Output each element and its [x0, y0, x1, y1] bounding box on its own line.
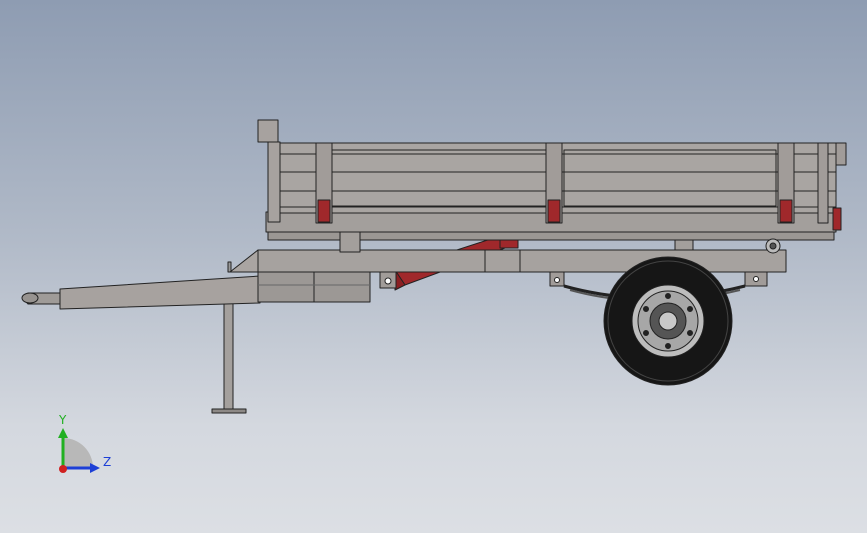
y-axis-label: Y [58, 413, 67, 427]
x-axis-dot [59, 465, 67, 473]
cad-viewport[interactable]: Y Z [0, 0, 867, 533]
drawbar [21, 275, 261, 310]
triad-plane-shading [63, 438, 93, 468]
orientation-triad[interactable]: Y Z [40, 410, 130, 490]
y-axis-arrow [58, 428, 68, 438]
trailer-model [21, 119, 847, 414]
front-post [257, 119, 281, 223]
side-boards [279, 142, 847, 224]
wheel [603, 256, 733, 386]
z-axis-label: Z [103, 455, 111, 469]
z-axis-arrow [90, 463, 100, 473]
